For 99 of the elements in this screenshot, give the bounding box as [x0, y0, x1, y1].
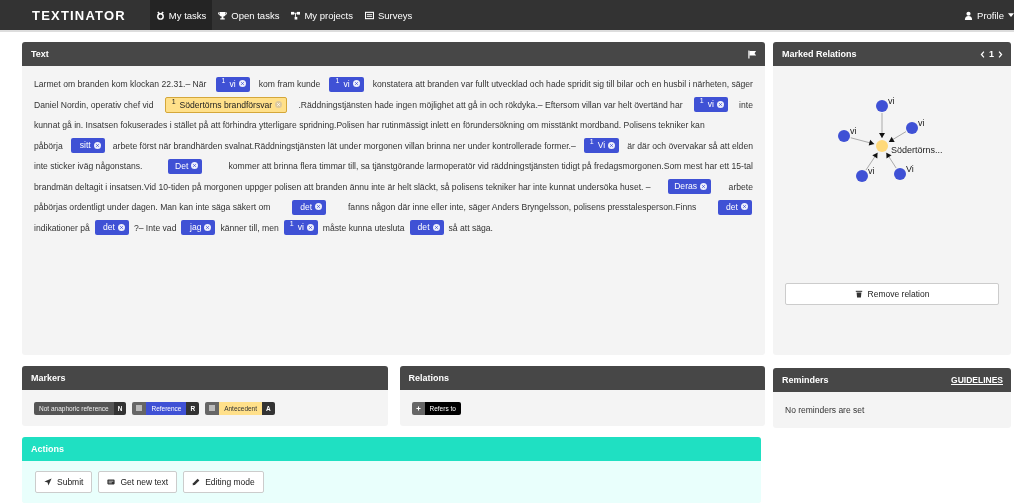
graph-node[interactable] — [894, 168, 906, 180]
text-passage: brandmän deltagit i insatsen.Vid 10-tiden på morgonen uppger polisen att branden ännu inte är helt släckt, så polisens tekniker har inte kunnat undersöka huset. – — [34, 181, 651, 192]
annotation-chip[interactable]: det — [409, 220, 444, 236]
flag-icon[interactable] — [748, 49, 757, 59]
graph-node[interactable] — [876, 100, 888, 112]
panel-title: Actions — [31, 444, 64, 454]
annotation-chip[interactable]: $^{1}$ vi — [215, 76, 250, 92]
plus-icon — [415, 405, 421, 411]
text-passage: måste kunna utesluta — [322, 222, 405, 233]
guidelines-link[interactable]: GUIDELINES — [951, 375, 1003, 385]
card-icon — [107, 478, 116, 486]
text-passage: så att säga. — [448, 222, 493, 233]
remove-icon[interactable] — [741, 203, 748, 211]
reminders-message: No reminders are set — [785, 405, 865, 415]
send-icon — [44, 478, 52, 486]
text-passage: inte sticker iväg någonstans. — [34, 161, 143, 172]
remove-icon[interactable] — [432, 223, 440, 231]
remove-icon[interactable] — [716, 100, 724, 108]
relation-arrow — [879, 112, 885, 139]
user-icon — [964, 10, 974, 20]
profile-menu[interactable]: Profile — [958, 0, 1014, 30]
action-button[interactable]: Get new text — [98, 471, 178, 493]
annotation-chip[interactable]: $^{1}$ Södertörns brandförsvar — [164, 96, 288, 113]
checkbox-icon — [209, 405, 216, 411]
graph-node[interactable] — [906, 122, 918, 134]
text-passage: kommer att brinna flera timmar till, sa tjänstgörande larmoperatör vid räddningstjänsten tidigt på fredagsmorgonen.Som mest har ett 15-tal — [228, 161, 753, 172]
list-icon — [365, 10, 374, 20]
action-button[interactable]: Editing mode — [183, 471, 264, 493]
remove-icon[interactable] — [315, 203, 323, 211]
annotation-chip[interactable]: det — [718, 199, 752, 215]
text-passage: fanns någon där inne eller inte, säger Anders Bryngelsson, polisens presstalesperson.Finns — [348, 202, 697, 213]
annotation-chip[interactable]: det — [292, 199, 327, 215]
text-passage: kunnat gå in. Insatsen fokuserades i stället på att förhindra ytterligare spridning.Polisen har rutinmässigt inlett en förundersökning om misstänkt mordband. Polisens tekniker kan — [34, 120, 705, 131]
page-number: 1 — [989, 49, 994, 59]
remove-icon[interactable] — [204, 223, 212, 231]
text-passage: inte — [739, 99, 753, 110]
text-passage: indikationer på — [34, 222, 90, 233]
nav-tab[interactable]: My tasks — [149, 0, 213, 30]
graph-node[interactable] — [876, 140, 888, 152]
node-label: vi — [888, 96, 895, 106]
text-passage: kom fram kunde — [258, 79, 321, 90]
panel-title: Text — [31, 49, 49, 59]
text-passage: är där och övervakar så att elden — [627, 140, 753, 151]
text-passage: .Räddningstjänsten hade ingen möjlighet att gå in och rökdyka.– Eftersom villan var helt övertänd har — [298, 99, 683, 110]
remove-icon[interactable] — [608, 141, 616, 149]
relation-arrow — [885, 152, 897, 169]
remove-icon[interactable] — [700, 182, 708, 190]
annotation-chip[interactable]: det — [94, 220, 129, 236]
remove-icon[interactable] — [238, 80, 246, 88]
graph-node[interactable] — [838, 130, 850, 142]
text-passage: arbete först när brandhärden svalnat.Räddningstjänsten lät under morgonen villan brinna ner under kontrollerade former.– — [112, 140, 576, 151]
annotation-chip[interactable]: Det — [168, 158, 203, 174]
panel-title: Markers — [31, 373, 66, 383]
annotation-chip[interactable]: Deras — [668, 179, 712, 195]
node-label: vi — [868, 166, 875, 176]
nav-tab[interactable]: Surveys — [359, 0, 419, 30]
annotation-chip[interactable]: $^{1}$ vi — [329, 76, 364, 92]
chevron-right-icon[interactable] — [998, 50, 1003, 58]
panel-title: Reminders — [782, 375, 829, 385]
relation-arrow — [888, 131, 907, 143]
annotation-chip[interactable]: $^{1}$ vi — [693, 97, 728, 113]
caret-icon — [1008, 13, 1014, 17]
action-button[interactable]: Submit — [35, 471, 93, 493]
remove-icon[interactable] — [306, 223, 314, 231]
relation-arrow — [850, 137, 875, 146]
remove-icon[interactable] — [93, 141, 101, 149]
tasks-icon — [155, 10, 165, 20]
remove-relation-button[interactable]: Remove relation — [785, 283, 999, 305]
text-passage: konstatera att branden var fullt utvecklad och hade spridit sig till bilar och en husbil i närheten, säger — [372, 79, 753, 90]
annotation-chip[interactable]: sitt — [70, 138, 105, 154]
text-passage: känner till, men — [220, 222, 279, 233]
text-passage: påbörja — [34, 140, 63, 151]
text-passage: ?– Inte vad — [133, 222, 177, 233]
pencil-icon — [192, 478, 201, 486]
node-label: vi — [918, 118, 925, 128]
brand-logo[interactable]: TEXTINATOR — [32, 0, 126, 30]
nav-tab[interactable]: Open tasks — [212, 0, 286, 30]
text-passage: påbörjas ordentligt under dagen. Man kan inte säga säkert om — [34, 202, 271, 213]
node-label: Vi — [906, 164, 914, 174]
remove-icon[interactable] — [191, 162, 199, 170]
annotation-chip[interactable]: $^{1}$ vi — [283, 220, 318, 236]
sitemap-icon — [291, 10, 301, 20]
graph-node[interactable] — [856, 170, 868, 182]
panel-title: Relations — [408, 373, 449, 383]
trash-icon — [854, 290, 863, 298]
node-label: vi — [850, 126, 857, 136]
annotation-chip[interactable]: jag — [181, 220, 216, 236]
nav-tab[interactable]: My projects — [285, 0, 359, 30]
panel-title: Marked Relations — [782, 49, 857, 59]
checkbox-icon — [136, 405, 143, 411]
remove-icon[interactable] — [117, 223, 125, 231]
remove-icon[interactable] — [352, 80, 360, 88]
node-label: Södertörns... — [891, 145, 943, 155]
trophy-icon — [218, 10, 228, 20]
text-passage: arbete — [728, 181, 753, 192]
chevron-left-icon[interactable] — [980, 50, 985, 58]
text-passage: Larmet om branden kom klockan 22.31.– När — [34, 79, 207, 90]
annotation-chip[interactable]: $^{1}$ Vi — [583, 138, 620, 154]
text-passage: Daniel Nordin, operativ chef vid — [34, 99, 154, 110]
